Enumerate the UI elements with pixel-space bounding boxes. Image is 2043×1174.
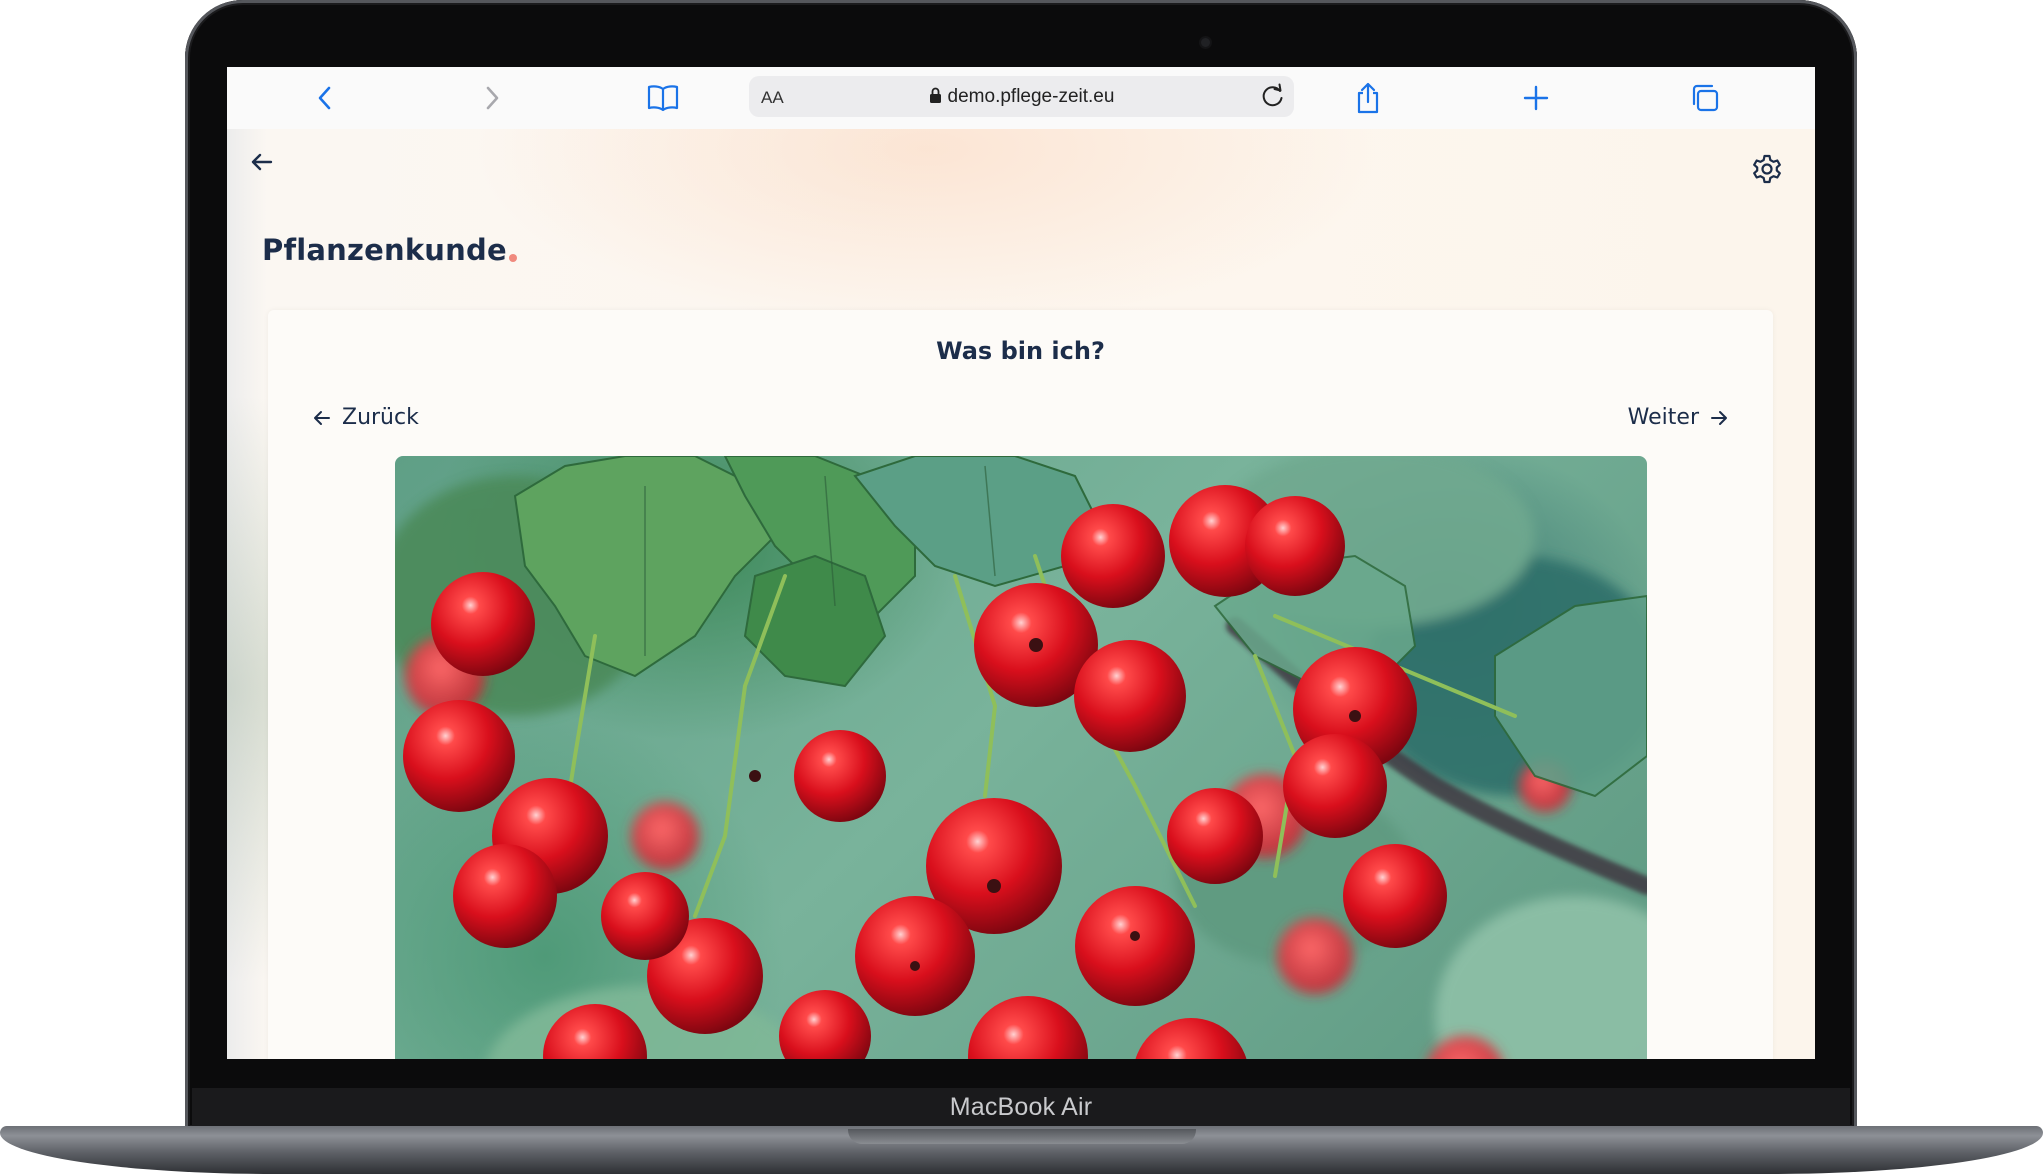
- chevron-left-icon: [318, 86, 331, 110]
- camera: [1201, 38, 1210, 47]
- address-bar[interactable]: AA demo.pflege-zeit.eu: [749, 76, 1294, 117]
- title-accent-dot: [508, 254, 517, 262]
- reload-icon: [1262, 83, 1283, 107]
- previous-label: Zurück: [342, 405, 419, 430]
- page-title: Pflanzenkunde: [262, 233, 517, 267]
- tabs-icon: [1692, 84, 1719, 112]
- forward-button[interactable]: [473, 79, 511, 117]
- quiz-photo-redcurrants: [395, 456, 1647, 1059]
- back-button[interactable]: [306, 79, 344, 117]
- settings-button[interactable]: [1751, 153, 1783, 185]
- new-tab-button[interactable]: [1517, 79, 1555, 117]
- laptop-hinge: MacBook Air: [192, 1088, 1850, 1126]
- tabs-overview-button[interactable]: [1686, 79, 1724, 117]
- previous-button[interactable]: Zurück: [312, 405, 419, 430]
- reload-button[interactable]: [1259, 82, 1287, 115]
- bookmarks-button[interactable]: [644, 79, 682, 117]
- page-back-button[interactable]: [247, 147, 277, 177]
- url-display: demo.pflege-zeit.eu: [749, 86, 1294, 108]
- browser-screen: AA demo.pflege-zeit.eu Pflanzenkunde Was…: [227, 67, 1815, 1059]
- arrow-left-icon: [251, 153, 273, 171]
- gear-icon: [1753, 154, 1781, 184]
- laptop-notch: [848, 1129, 1196, 1144]
- arrow-right-icon: [1711, 410, 1727, 425]
- book-icon: [647, 85, 679, 112]
- chevron-right-icon: [486, 86, 499, 110]
- share-icon: [1357, 82, 1379, 114]
- quiz-question: Was bin ich?: [936, 337, 1105, 365]
- next-button[interactable]: Weiter: [1628, 405, 1729, 430]
- arrow-left-icon: [314, 410, 330, 425]
- web-content: Pflanzenkunde Was bin ich? Zurück Weiter: [227, 129, 1815, 1059]
- url-text: demo.pflege-zeit.eu: [947, 86, 1115, 107]
- next-label: Weiter: [1627, 405, 1699, 430]
- plus-icon: [1523, 85, 1549, 111]
- share-button[interactable]: [1349, 79, 1387, 117]
- page-title-text: Pflanzenkunde: [262, 233, 507, 267]
- lock-icon: [929, 87, 941, 103]
- device-mockup: AA demo.pflege-zeit.eu Pflanzenkunde Was…: [0, 0, 2043, 1174]
- browser-toolbar: AA demo.pflege-zeit.eu: [227, 67, 1815, 130]
- quiz-card: Was bin ich? Zurück Weiter: [268, 310, 1773, 1059]
- device-model-label: MacBook Air: [949, 1092, 1093, 1121]
